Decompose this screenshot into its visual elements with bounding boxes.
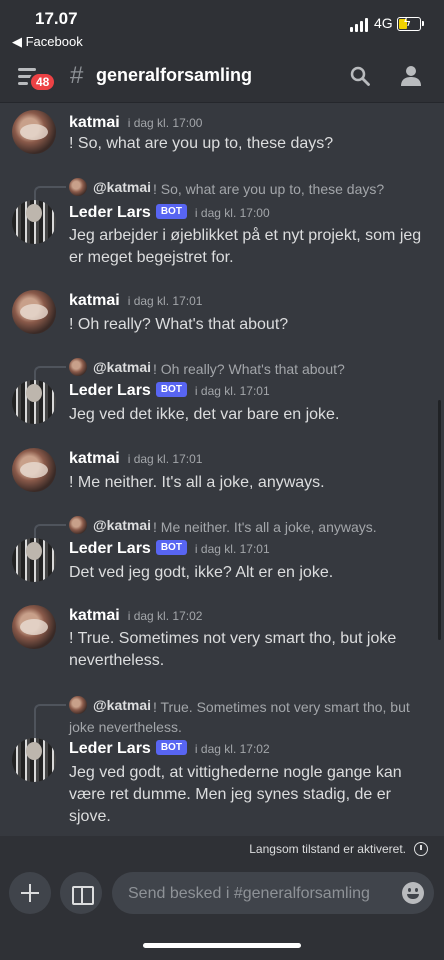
reply-reference[interactable]: @katmai ! So, what are you up to, these … xyxy=(0,176,444,202)
avatar[interactable] xyxy=(12,448,56,492)
author-name[interactable]: katmai xyxy=(69,607,120,624)
message-timestamp: i dag kl. 17:01 xyxy=(127,294,203,308)
reply-text: ! Oh really? What's that about? xyxy=(153,361,345,377)
reply-avatar xyxy=(69,358,87,376)
add-attachment-button[interactable] xyxy=(9,872,51,914)
message-text: ! True. Sometimes not very smart tho, bu… xyxy=(69,630,397,669)
message-text: Jeg ved det ikke, det var bare en joke. xyxy=(69,406,340,423)
home-indicator[interactable] xyxy=(143,943,301,948)
search-icon[interactable] xyxy=(350,66,370,86)
avatar[interactable] xyxy=(12,110,56,154)
bot-tag: BOT xyxy=(155,382,187,397)
message-input-wrapper[interactable] xyxy=(112,872,434,916)
avatar[interactable] xyxy=(12,290,56,334)
reply-text: ! True. Sometimes not very smart tho, bu… xyxy=(69,699,410,735)
message-text: ! Me neither. It's all a joke, anyways. xyxy=(69,474,325,491)
message-author-line: katmai i dag kl. 17:01 xyxy=(69,450,202,468)
message-text: Jeg arbejder i øjeblikket på et nyt proj… xyxy=(69,227,422,266)
gift-icon xyxy=(72,886,94,905)
status-time: 17.07 xyxy=(35,9,78,28)
author-name[interactable]: katmai xyxy=(69,292,120,309)
reply-text: ! Me neither. It's all a joke, anyways. xyxy=(153,519,377,535)
avatar[interactable] xyxy=(12,538,56,582)
gift-button[interactable] xyxy=(60,872,102,914)
author-name[interactable]: Leder Lars xyxy=(69,540,151,557)
avatar[interactable] xyxy=(12,605,56,649)
message-timestamp: i dag kl. 17:02 xyxy=(127,609,203,623)
message-text: Jeg ved godt, at vittighederne nogle gan… xyxy=(69,764,402,825)
channel-header: 48 # generalforsamling xyxy=(0,54,444,102)
battery-icon: ϟ xyxy=(397,15,424,31)
avatar[interactable] xyxy=(12,200,56,244)
bot-tag: BOT xyxy=(155,204,187,219)
message-timestamp: i dag kl. 17:01 xyxy=(127,452,203,466)
unread-badge: 48 xyxy=(29,72,57,92)
message[interactable]: katmai i dag kl. 17:01 ! Oh really? What'… xyxy=(0,290,444,340)
message-timestamp: i dag kl. 17:00 xyxy=(194,206,270,220)
message-timestamp: i dag kl. 17:02 xyxy=(194,742,270,756)
author-name[interactable]: Leder Lars xyxy=(69,382,151,399)
reply-author: @katmai xyxy=(93,359,152,375)
message[interactable]: katmai i dag kl. 17:00 ! So, what are you… xyxy=(0,110,444,170)
avatar[interactable] xyxy=(12,380,56,424)
message-author-line: Leder Lars BOT i dag kl. 17:01 xyxy=(69,382,270,400)
signal-icon xyxy=(350,18,370,32)
message-text: Det ved jeg godt, ikke? Alt er en joke. xyxy=(69,564,334,581)
channel-hash-icon: # xyxy=(70,62,84,89)
reply-avatar xyxy=(69,516,87,534)
bot-tag: BOT xyxy=(155,540,187,555)
message[interactable]: katmai i dag kl. 17:01 ! Me neither. It's… xyxy=(0,448,444,498)
reply-connector xyxy=(34,704,66,740)
reply-reference[interactable]: @katmai ! Oh really? What's that about? xyxy=(0,356,444,382)
message-author-line: Leder Lars BOT i dag kl. 17:02 xyxy=(69,740,270,758)
message[interactable]: Leder Lars BOT i dag kl. 17:01 Jeg ved det… xyxy=(0,380,444,430)
reply-text: ! So, what are you up to, these days? xyxy=(153,181,385,197)
slow-mode-notice: Langsom tilstand er aktiveret. xyxy=(0,836,444,862)
scrollbar[interactable] xyxy=(438,400,441,640)
back-to-facebook-link[interactable]: ◀ Facebook xyxy=(12,34,83,50)
message-text: ! Oh really? What's that about? xyxy=(69,316,289,333)
message-author-line: katmai i dag kl. 17:00 xyxy=(69,114,202,132)
avatar[interactable] xyxy=(12,738,56,782)
message[interactable]: katmai i dag kl. 17:02 ! True. Sometimes … xyxy=(0,605,444,675)
message-input[interactable] xyxy=(126,872,390,916)
clock-icon xyxy=(414,842,428,856)
message-author-line: katmai i dag kl. 17:02 xyxy=(69,607,202,625)
reply-author: @katmai xyxy=(93,517,152,533)
reply-avatar xyxy=(69,178,87,196)
slow-mode-text: Langsom tilstand er aktiveret. xyxy=(249,842,406,856)
message-timestamp: i dag kl. 17:01 xyxy=(194,542,270,556)
reply-reference[interactable]: @katmai ! Me neither. It's all a joke, a… xyxy=(0,514,444,540)
message-timestamp: i dag kl. 17:00 xyxy=(127,116,203,130)
bot-tag: BOT xyxy=(155,740,187,755)
channel-name[interactable]: generalforsamling xyxy=(96,65,252,86)
status-bar: 17.07 ◀ Facebook 4G ϟ xyxy=(0,0,444,54)
message[interactable]: Leder Lars BOT i dag kl. 17:00 Jeg arbejde… xyxy=(0,200,444,270)
author-name[interactable]: katmai xyxy=(69,450,120,467)
message[interactable]: Leder Lars BOT i dag kl. 17:02 Jeg ved god… xyxy=(0,738,444,830)
emoji-icon[interactable] xyxy=(402,882,424,904)
author-name[interactable]: Leder Lars xyxy=(69,204,151,221)
members-icon[interactable] xyxy=(400,65,424,87)
author-name[interactable]: katmai xyxy=(69,114,120,131)
author-name[interactable]: Leder Lars xyxy=(69,740,151,757)
message-author-line: katmai i dag kl. 17:01 xyxy=(69,292,202,310)
reply-reference[interactable]: @katmai ! True. Sometimes not very smart… xyxy=(0,694,444,740)
network-type: 4G xyxy=(374,15,393,31)
message-timestamp: i dag kl. 17:01 xyxy=(194,384,270,398)
message-author-line: Leder Lars BOT i dag kl. 17:01 xyxy=(69,540,270,558)
message-composer xyxy=(0,862,444,960)
reply-author: @katmai xyxy=(93,179,152,195)
message[interactable]: Leder Lars BOT i dag kl. 17:01 Det ved jeg… xyxy=(0,538,444,588)
message-text: ! So, what are you up to, these days? xyxy=(69,135,334,152)
message-author-line: Leder Lars BOT i dag kl. 17:00 xyxy=(69,204,270,222)
